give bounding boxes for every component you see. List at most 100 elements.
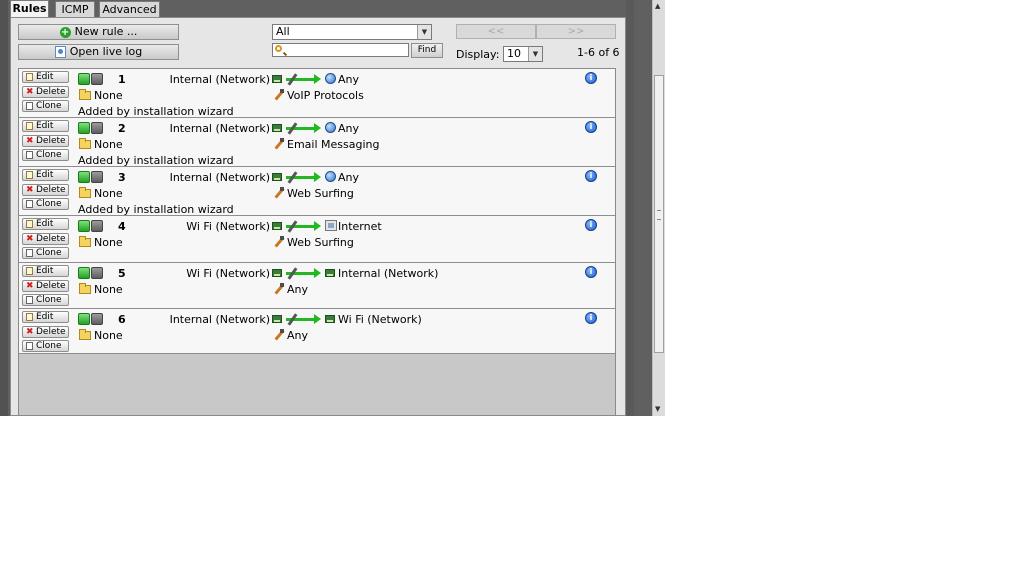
- tab-icmp[interactable]: ICMP: [55, 1, 95, 17]
- tab-rules[interactable]: Rules: [10, 0, 49, 17]
- chevron-down-icon[interactable]: ▼: [417, 25, 431, 39]
- enable-toggle[interactable]: [78, 122, 104, 134]
- network-card-icon: [272, 269, 282, 277]
- edit-icon: [26, 313, 33, 321]
- edit-button[interactable]: Edit: [22, 120, 69, 132]
- display-count-select[interactable]: 10 ▼: [503, 46, 543, 62]
- edit-button[interactable]: Edit: [22, 71, 69, 83]
- rule-service: Web Surfing: [287, 236, 354, 249]
- info-icon[interactable]: i: [585, 312, 597, 324]
- rule-number: 3: [118, 171, 126, 184]
- info-icon[interactable]: i: [585, 72, 597, 84]
- rule-comment: Added by installation wizard: [78, 105, 234, 118]
- delete-button[interactable]: ✖ Delete: [22, 184, 69, 196]
- edit-label: Edit: [36, 170, 54, 180]
- enabled-icon: [78, 171, 90, 183]
- enabled-icon: [78, 122, 90, 134]
- info-icon[interactable]: i: [585, 121, 597, 133]
- edit-icon: [26, 267, 33, 275]
- rule-source: Wi Fi (Network): [186, 220, 270, 233]
- filter-select[interactable]: All ▼: [272, 24, 432, 40]
- clone-button[interactable]: Clone: [22, 149, 69, 161]
- delete-label: Delete: [36, 327, 66, 337]
- service-icon: [273, 138, 285, 150]
- arrow-right-icon: [314, 74, 321, 84]
- delete-button[interactable]: ✖ Delete: [22, 326, 69, 338]
- delete-label: Delete: [36, 281, 66, 291]
- clone-icon: [26, 342, 33, 350]
- search-input[interactable]: [272, 43, 409, 57]
- enable-toggle[interactable]: [78, 73, 104, 85]
- service-icon: [273, 283, 285, 295]
- clone-icon: [26, 200, 33, 208]
- rule-destination: Wi Fi (Network): [338, 313, 422, 326]
- rule-source: Internal (Network): [169, 122, 270, 135]
- open-live-log-button[interactable]: Open live log: [18, 44, 179, 60]
- delete-button[interactable]: ✖ Delete: [22, 135, 69, 147]
- tab-advanced[interactable]: Advanced: [99, 1, 160, 17]
- delete-icon: ✖: [26, 87, 34, 97]
- clone-label: Clone: [36, 295, 62, 305]
- new-rule-button[interactable]: + New rule ...: [18, 24, 179, 40]
- enable-toggle[interactable]: [78, 220, 104, 232]
- arrow-right-icon: [314, 268, 321, 278]
- find-button[interactable]: Find: [411, 43, 443, 58]
- clone-button[interactable]: Clone: [22, 198, 69, 210]
- edit-button[interactable]: Edit: [22, 311, 69, 323]
- scroll-down-icon[interactable]: ▼: [655, 405, 660, 413]
- globe-icon: [325, 73, 336, 84]
- right-frame-edge: [626, 0, 634, 416]
- delete-button[interactable]: ✖ Delete: [22, 233, 69, 245]
- globe-icon: [325, 122, 336, 133]
- scroll-up-icon[interactable]: ▲: [655, 2, 660, 10]
- edit-label: Edit: [36, 72, 54, 82]
- plus-icon: +: [59, 26, 71, 38]
- rule-number: 6: [118, 313, 126, 326]
- disabled-icon: [91, 267, 103, 279]
- delete-label: Delete: [36, 185, 66, 195]
- rule-number: 2: [118, 122, 126, 135]
- arrow-right-icon: [314, 172, 321, 182]
- edit-button[interactable]: Edit: [22, 218, 69, 230]
- edit-button[interactable]: Edit: [22, 169, 69, 181]
- enable-toggle[interactable]: [78, 171, 104, 183]
- arrow-right-icon: [314, 314, 321, 324]
- new-rule-label: New rule ...: [74, 25, 138, 38]
- delete-label: Delete: [36, 234, 66, 244]
- open-live-log-label: Open live log: [69, 45, 143, 58]
- rule-service: Any: [287, 283, 309, 296]
- next-page-button[interactable]: >>: [536, 24, 616, 39]
- info-icon[interactable]: i: [585, 170, 597, 182]
- clone-button[interactable]: Clone: [22, 247, 69, 259]
- clone-button[interactable]: Clone: [22, 340, 69, 352]
- network-card-icon: [272, 124, 282, 132]
- delete-button[interactable]: ✖ Delete: [22, 86, 69, 98]
- enable-toggle[interactable]: [78, 313, 104, 325]
- traffic-flow-icon: [272, 171, 324, 184]
- enable-toggle[interactable]: [78, 267, 104, 279]
- edit-button[interactable]: Edit: [22, 265, 69, 277]
- rule-schedule: None: [94, 236, 123, 249]
- edit-label: Edit: [36, 121, 54, 131]
- network-card-icon: [272, 315, 282, 323]
- clone-button[interactable]: Clone: [22, 294, 69, 306]
- info-icon[interactable]: i: [585, 266, 597, 278]
- delete-button[interactable]: ✖ Delete: [22, 280, 69, 292]
- chevron-down-icon[interactable]: ▼: [528, 47, 542, 61]
- edit-icon: [26, 122, 33, 130]
- prev-page-button[interactable]: <<: [456, 24, 536, 39]
- clone-button[interactable]: Clone: [22, 100, 69, 112]
- rule-comment: Added by installation wizard: [78, 203, 234, 216]
- rule-number: 5: [118, 267, 126, 280]
- delete-icon: ✖: [26, 327, 34, 337]
- arrow-right-icon: [314, 123, 321, 133]
- delete-icon: ✖: [26, 234, 34, 244]
- left-edge: [0, 0, 8, 416]
- search-icon: [275, 45, 282, 52]
- info-icon[interactable]: i: [585, 219, 597, 231]
- folder-icon: [79, 89, 91, 100]
- rule-row: Edit ✖ Delete Clone 6 Internal (Network) …: [19, 309, 615, 354]
- vertical-scrollbar[interactable]: ▲ ▼: [652, 0, 665, 416]
- scrollbar-thumb[interactable]: [654, 75, 664, 353]
- grip-icon: [657, 210, 661, 220]
